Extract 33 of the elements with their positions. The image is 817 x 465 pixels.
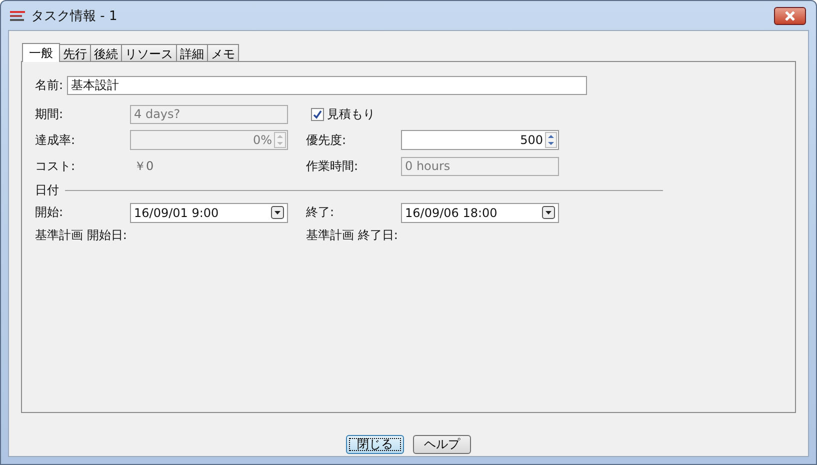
spin-arrows-icon — [545, 132, 557, 148]
field-label: 開始: — [35, 204, 64, 221]
name-field[interactable]: 基本設計 — [67, 76, 588, 94]
field-label: 優先度: — [306, 132, 348, 148]
field-label: 終了: — [306, 204, 336, 221]
check-icon — [313, 110, 322, 118]
tab[interactable]: リソース — [121, 44, 177, 61]
window-title: タスク情報 - 1 — [31, 8, 118, 24]
tab[interactable]: メモ — [207, 44, 239, 61]
dialog-button[interactable]: 閉じる — [346, 435, 404, 454]
close-button[interactable] — [774, 6, 806, 24]
tab[interactable]: 一般 — [22, 43, 60, 62]
field-label: 名前: — [35, 76, 64, 94]
tab[interactable]: 詳細 — [176, 44, 208, 61]
dialog-button[interactable]: ヘルプ — [413, 435, 471, 454]
field-label: 期間: — [35, 106, 64, 122]
cost-value: ￥0 — [133, 158, 155, 174]
priority-spinner[interactable]: 500 — [401, 130, 559, 150]
field-label: 基準計画 終了日: — [306, 227, 399, 244]
tab[interactable]: 先行 — [59, 44, 91, 61]
estimated-checkbox[interactable]: 見積もり — [306, 106, 559, 122]
section-heading: 日付 — [35, 182, 59, 198]
field-label: 作業時間: — [306, 158, 360, 174]
close-icon — [784, 10, 796, 20]
field-label: コスト: — [35, 158, 76, 174]
field-label: 達成率: — [35, 132, 76, 148]
tab[interactable]: 後続 — [90, 44, 122, 61]
spin-arrows-icon — [274, 132, 286, 148]
finish-date-dropdown[interactable]: 16/09/06 18:00 — [401, 202, 559, 222]
field-label: 基準計画 開始日: — [35, 227, 128, 244]
start-date-dropdown[interactable]: 16/09/01 9:00 — [130, 202, 288, 222]
checkbox[interactable] — [311, 108, 324, 120]
app-icon — [10, 10, 26, 22]
